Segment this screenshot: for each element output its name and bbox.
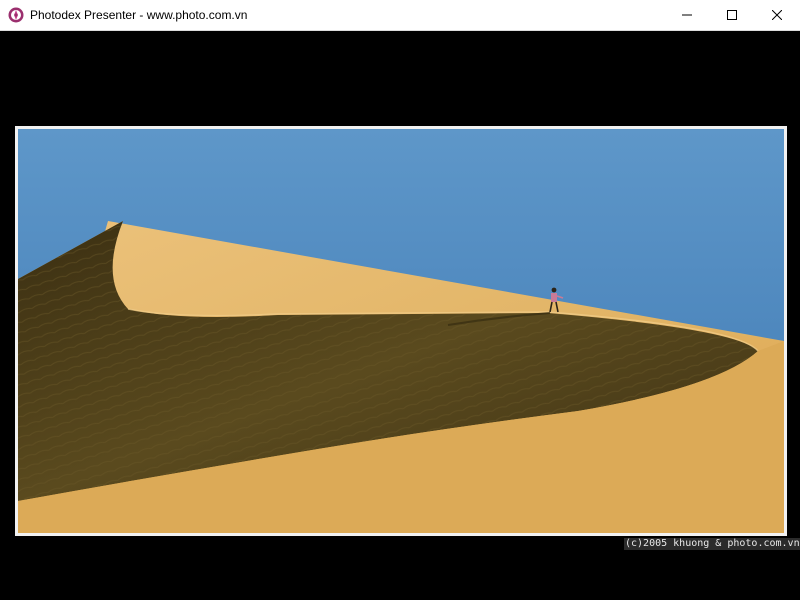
maximize-icon: [727, 10, 737, 20]
photo-frame: [15, 126, 787, 536]
minimize-button[interactable]: [664, 0, 710, 30]
window-title: Photodex Presenter - www.photo.com.vn: [30, 8, 248, 22]
close-button[interactable]: [754, 0, 800, 30]
copyright-caption: (c)2005 khuong & photo.com.vn: [624, 538, 800, 550]
sand-dune-photo: [18, 129, 784, 533]
title-bar[interactable]: Photodex Presenter - www.photo.com.vn: [0, 0, 800, 31]
close-icon: [772, 10, 782, 20]
presenter-window: Photodex Presenter - www.photo.com.vn (c…: [0, 0, 800, 600]
slideshow-viewport[interactable]: (c)2005 khuong & photo.com.vn: [0, 31, 800, 600]
photodex-app-icon: [8, 7, 24, 23]
minimize-icon: [682, 14, 692, 16]
maximize-button[interactable]: [709, 0, 755, 30]
